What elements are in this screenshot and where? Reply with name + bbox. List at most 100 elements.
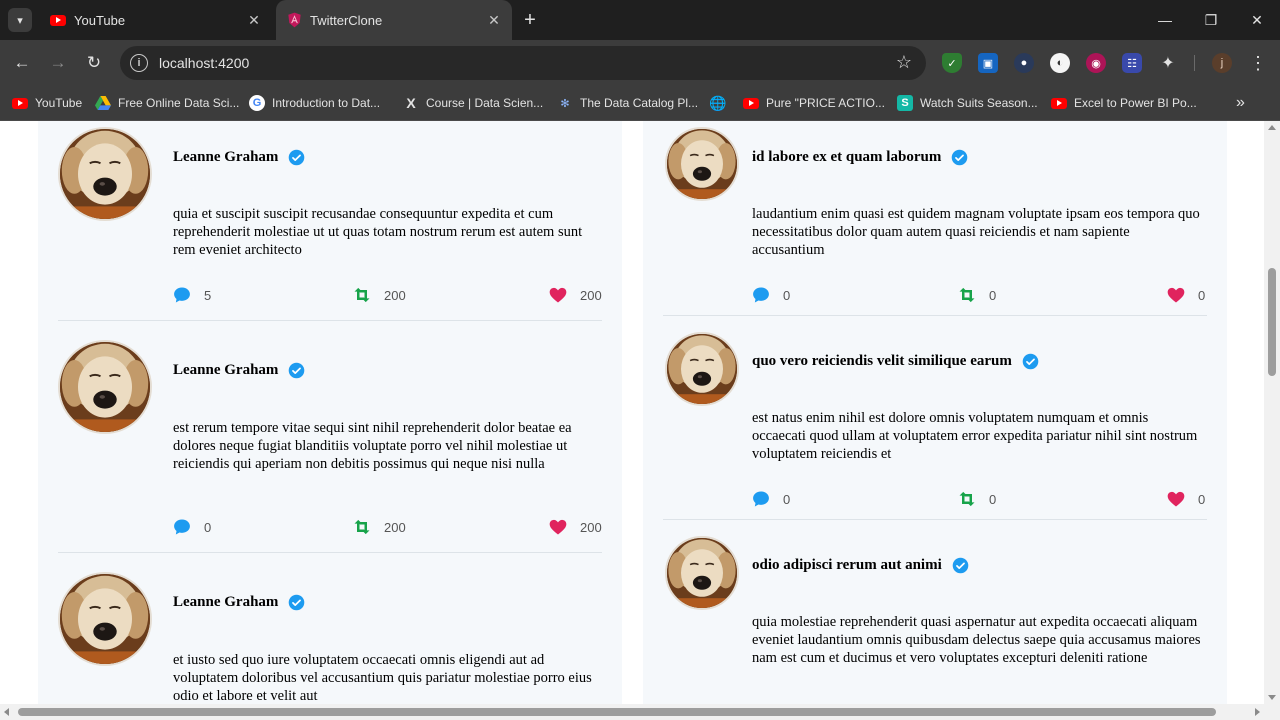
- avatar[interactable]: [58, 572, 152, 666]
- profile-avatar[interactable]: j: [1212, 53, 1232, 73]
- like-button[interactable]: 200: [548, 284, 602, 306]
- comment-button[interactable]: 0: [751, 284, 790, 306]
- tweet-author-name[interactable]: quo vero reiciendis velit similique earu…: [752, 353, 1012, 370]
- s-icon: S: [897, 95, 913, 111]
- forward-arrow-icon[interactable]: →: [46, 51, 70, 75]
- avatar[interactable]: [665, 536, 739, 610]
- retweet-button[interactable]: 0: [957, 488, 996, 510]
- comment-button[interactable]: 5: [172, 284, 211, 306]
- tweet-author-name[interactable]: Leanne Graham: [173, 594, 278, 611]
- like-button[interactable]: 0: [1166, 284, 1205, 306]
- new-tab-button[interactable]: +: [518, 8, 542, 32]
- tab-twitterclone[interactable]: TwitterClone ✕: [276, 0, 512, 40]
- bookmark-pure-price-action[interactable]: Pure "PRICE ACTIO...: [743, 92, 885, 114]
- bookmark-data-catalog[interactable]: ✻ The Data Catalog Pl...: [557, 92, 698, 114]
- avatar[interactable]: [665, 332, 739, 406]
- url-text[interactable]: localhost:4200: [159, 55, 249, 71]
- comment-button[interactable]: 0: [751, 488, 790, 510]
- scroll-up-arrow-icon[interactable]: [1268, 125, 1276, 130]
- browser-menu-icon[interactable]: ⋮: [1248, 52, 1268, 74]
- bookmark-introduction-to-data[interactable]: G Introduction to Dat...: [249, 92, 380, 114]
- tab-search-chevron-icon[interactable]: ▾: [8, 8, 32, 32]
- reload-icon[interactable]: ↻: [82, 51, 106, 75]
- avatar[interactable]: [58, 127, 152, 221]
- record-extension-icon[interactable]: ●: [1014, 53, 1034, 73]
- scroll-left-arrow-icon[interactable]: [4, 708, 9, 716]
- bookmark-excel-to-power-bi[interactable]: Excel to Power BI Po...: [1051, 92, 1197, 114]
- tweet-text: quia molestiae reprehenderit quasi asper…: [752, 614, 1201, 666]
- horizontal-scrollbar[interactable]: [0, 704, 1280, 720]
- bookmark-star-icon[interactable]: ☆: [896, 52, 912, 73]
- bookmark-course-data-science[interactable]: X Course | Data Scien...: [403, 92, 543, 114]
- address-bar[interactable]: i localhost:4200 ☆: [120, 46, 926, 80]
- like-button[interactable]: 200: [548, 516, 602, 538]
- tab-close-icon[interactable]: ✕: [484, 10, 504, 30]
- comment-button[interactable]: 0: [172, 516, 211, 538]
- tweet-text: est natus enim nihil est dolore omnis vo…: [752, 410, 1198, 462]
- site-info-icon[interactable]: i: [130, 54, 148, 72]
- more-bookmarks-chevron-icon[interactable]: »: [1236, 94, 1245, 112]
- comment-count: 0: [204, 519, 212, 535]
- retweet-icon: [957, 285, 977, 305]
- bookmark-youtube[interactable]: YouTube: [12, 92, 82, 114]
- tweet-card[interactable]: id labore ex et quam laborum laudantium …: [663, 121, 1207, 316]
- back-arrow-icon[interactable]: ←: [10, 51, 34, 75]
- comment-count: 0: [783, 491, 791, 507]
- tweet-card[interactable]: Leanne Graham quia et suscipit suscipit …: [58, 121, 602, 321]
- browser-toolbar: ← → ↻ i localhost:4200 ☆ ✓ ▣ ● ◐ ◉ ☷ ✦ j…: [0, 40, 1280, 86]
- minimize-icon[interactable]: —: [1142, 0, 1188, 40]
- scroll-right-arrow-icon[interactable]: [1255, 708, 1260, 716]
- like-button[interactable]: 0: [1166, 488, 1205, 510]
- window-close-icon[interactable]: ✕: [1234, 0, 1280, 40]
- shield-extension-icon[interactable]: ✓: [942, 53, 962, 73]
- tweet-text: laudantium enim quasi est quidem magnam …: [752, 206, 1200, 258]
- drive-icon: [95, 95, 111, 111]
- angular-icon: [286, 12, 302, 28]
- tweet-actions: 5 200 200: [172, 284, 604, 306]
- pink-extension-icon[interactable]: ◉: [1086, 53, 1106, 73]
- restore-icon[interactable]: ❐: [1188, 0, 1234, 40]
- tab-close-icon[interactable]: ✕: [244, 10, 264, 30]
- tweet-text: est rerum tempore vitae sequi sint nihil…: [173, 420, 572, 472]
- tweet-author-name[interactable]: Leanne Graham: [173, 149, 278, 166]
- avatar[interactable]: [58, 340, 152, 434]
- tab-youtube[interactable]: YouTube ✕: [40, 0, 272, 40]
- tweet-author-name[interactable]: id labore ex et quam laborum: [752, 149, 941, 166]
- youtube-icon: [743, 95, 759, 111]
- tweet-card[interactable]: Leanne Graham et iusto sed quo iure volu…: [58, 566, 602, 704]
- verified-badge-icon: [288, 594, 305, 611]
- x-icon: X: [406, 95, 416, 111]
- avatar[interactable]: [665, 127, 739, 201]
- tweet-author-name[interactable]: odio adipisci rerum aut animi: [752, 557, 942, 574]
- like-count: 0: [1198, 287, 1206, 303]
- tweet-author-name[interactable]: Leanne Graham: [173, 362, 278, 379]
- like-count: 200: [580, 519, 602, 535]
- comment-count: 5: [204, 287, 212, 303]
- retweet-button[interactable]: 200: [352, 284, 406, 306]
- bookmark-watch-suits[interactable]: S Watch Suits Season...: [897, 92, 1038, 114]
- tweet-card[interactable]: quo vero reiciendis velit similique earu…: [663, 326, 1207, 520]
- bookmark-free-online-data-science[interactable]: Free Online Data Sci...: [95, 92, 239, 114]
- horizontal-scroll-thumb[interactable]: [18, 708, 1216, 716]
- verified-badge-icon: [1022, 353, 1039, 370]
- extensions-puzzle-icon[interactable]: ✦: [1158, 53, 1178, 73]
- tweet-text: et iusto sed quo iure voluptatem occaeca…: [173, 652, 592, 704]
- scroll-down-arrow-icon[interactable]: [1268, 695, 1276, 700]
- globe-icon: 🌐: [709, 94, 727, 111]
- retweet-button[interactable]: 0: [957, 284, 996, 306]
- google-icon: G: [249, 95, 265, 111]
- tweet-card[interactable]: Leanne Graham est rerum tempore vitae se…: [58, 334, 602, 553]
- tweet-actions: 0 0 0: [751, 284, 1207, 306]
- circle-extension-icon[interactable]: ◐: [1050, 53, 1070, 73]
- tweet-actions: 0 0 0: [751, 488, 1207, 510]
- retweet-count: 0: [989, 491, 997, 507]
- heart-icon: [548, 517, 568, 537]
- tweet-card[interactable]: odio adipisci rerum aut animi quia moles…: [663, 530, 1207, 704]
- screen-extension-icon[interactable]: ▣: [978, 53, 998, 73]
- vertical-scroll-thumb[interactable]: [1268, 268, 1276, 376]
- page-viewport: Leanne Graham quia et suscipit suscipit …: [0, 121, 1264, 704]
- vertical-scrollbar[interactable]: [1264, 121, 1280, 704]
- retweet-button[interactable]: 200: [352, 516, 406, 538]
- translate-extension-icon[interactable]: ☷: [1122, 53, 1142, 73]
- bookmark-globe[interactable]: 🌐: [709, 92, 733, 114]
